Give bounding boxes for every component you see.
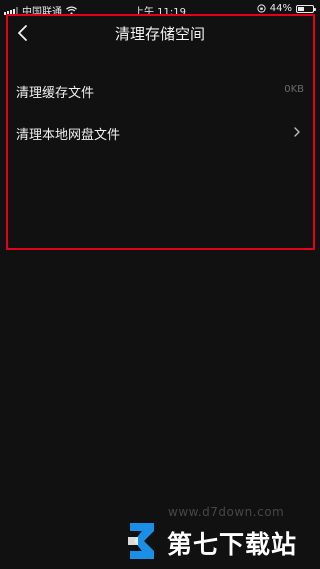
status-right: 44% (257, 3, 316, 14)
battery-icon (296, 4, 316, 13)
watermark-url: www.d7down.com (168, 505, 285, 519)
watermark: www.d7down.com 第七下载站 (0, 505, 320, 569)
battery-percent: 44% (269, 3, 292, 14)
watermark-logo-icon (128, 523, 154, 559)
watermark-brand: 第七下载站 (167, 530, 298, 559)
highlight-frame (6, 14, 315, 250)
orientation-lock-icon (257, 4, 266, 13)
